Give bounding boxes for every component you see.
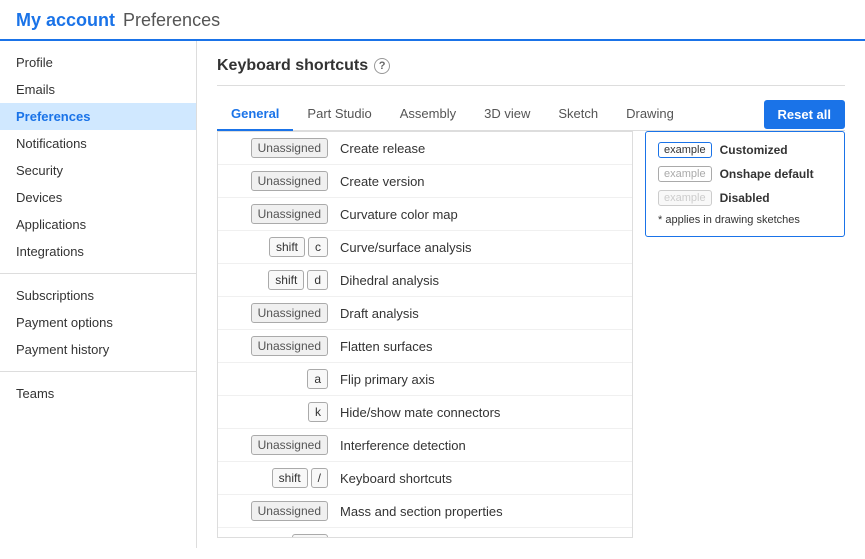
shortcut-mass-section[interactable]: Unassigned Mass and section properties xyxy=(218,495,632,528)
shortcut-curve-surface-analysis[interactable]: shift c Curve/surface analysis xyxy=(218,231,632,264)
shortcut-label: Flip primary axis xyxy=(340,372,435,387)
key-unassigned: Unassigned xyxy=(251,138,328,158)
key-area: Unassigned xyxy=(228,435,328,455)
key-area: Unassigned xyxy=(228,138,328,158)
key-area: a xyxy=(228,369,328,389)
key-shift: shift xyxy=(292,534,328,538)
shortcut-label: Draft analysis xyxy=(340,306,419,321)
layout: Profile Emails Preferences Notifications… xyxy=(0,41,865,548)
shortcut-label: Dihedral analysis xyxy=(340,273,439,288)
tab-general[interactable]: General xyxy=(217,98,293,131)
shortcut-hide-show-mate[interactable]: k Hide/show mate connectors xyxy=(218,396,632,429)
shortcut-label: Create version xyxy=(340,174,425,189)
legend-row-customized: example Customized xyxy=(658,142,832,158)
key-area: Unassigned xyxy=(228,501,328,521)
tab-assembly[interactable]: Assembly xyxy=(386,98,470,131)
shortcut-keyboard-shortcuts[interactable]: shift / Keyboard shortcuts xyxy=(218,462,632,495)
sidebar-item-applications[interactable]: Applications xyxy=(0,211,196,238)
shortcuts-list: Unassigned Create release Unassigned Cre… xyxy=(218,132,632,538)
tabs-bar: General Part Studio Assembly 3D view Ske… xyxy=(217,98,845,131)
sidebar-item-payment-options[interactable]: Payment options xyxy=(0,309,196,336)
key-shift: shift xyxy=(268,270,304,290)
key-area: Unassigned xyxy=(228,336,328,356)
sidebar-item-integrations[interactable]: Integrations xyxy=(0,238,196,265)
shortcut-dihedral-analysis[interactable]: shift d Dihedral analysis xyxy=(218,264,632,297)
header: My account Preferences xyxy=(0,0,865,41)
sidebar-item-subscriptions[interactable]: Subscriptions xyxy=(0,282,196,309)
main-content: Keyboard shortcuts ? General Part Studio… xyxy=(197,41,865,548)
shortcut-label: Hide/show mate connectors xyxy=(340,405,500,420)
legend-example-default: example xyxy=(658,166,712,182)
shortcut-label: Flatten surfaces xyxy=(340,339,433,354)
legend-label-customized: Customized xyxy=(720,143,788,157)
sidebar-item-profile[interactable]: Profile xyxy=(0,49,196,76)
tab-part-studio[interactable]: Part Studio xyxy=(293,98,385,131)
key-unassigned: Unassigned xyxy=(251,171,328,191)
shortcut-flatten-surfaces[interactable]: Unassigned Flatten surfaces xyxy=(218,330,632,363)
tab-drawing[interactable]: Drawing xyxy=(612,98,688,131)
legend-panel: example Customized example Onshape defau… xyxy=(645,131,845,237)
shortcut-label: Curve/surface analysis xyxy=(340,240,472,255)
shortcut-create-version[interactable]: Unassigned Create version xyxy=(218,165,632,198)
key-area: shift / xyxy=(228,468,328,488)
key-unassigned: Unassigned xyxy=(251,303,328,323)
shortcut-label: Create release xyxy=(340,141,425,156)
sidebar-item-notifications[interactable]: Notifications xyxy=(0,130,196,157)
reset-all-button[interactable]: Reset all xyxy=(764,100,845,129)
shortcuts-area: Unassigned Create release Unassigned Cre… xyxy=(217,131,845,538)
key-slash: / xyxy=(311,468,328,488)
legend-example-disabled: example xyxy=(658,190,712,206)
page-title: Preferences xyxy=(123,10,220,31)
key-area: k xyxy=(228,402,328,422)
shortcuts-list-wrap[interactable]: Unassigned Create release Unassigned Cre… xyxy=(217,131,633,538)
key-area: shift d xyxy=(228,270,328,290)
section-title: Keyboard shortcuts ? xyxy=(217,57,845,86)
sidebar-divider-1 xyxy=(0,273,196,274)
tab-sketch[interactable]: Sketch xyxy=(544,98,612,131)
key-k: k xyxy=(308,402,328,422)
key-c: c xyxy=(308,237,328,257)
shortcut-label: Mass and section properties xyxy=(340,504,503,519)
sidebar-item-devices[interactable]: Devices xyxy=(0,184,196,211)
help-icon[interactable]: ? xyxy=(374,58,390,74)
shortcut-flip-primary-axis[interactable]: a Flip primary axis xyxy=(218,363,632,396)
key-unassigned: Unassigned xyxy=(251,204,328,224)
key-unassigned: Unassigned xyxy=(251,501,328,521)
key-area: shift xyxy=(228,534,328,538)
shortcut-more[interactable]: shift xyxy=(218,528,632,538)
shortcut-curvature-color-map[interactable]: Unassigned Curvature color map xyxy=(218,198,632,231)
tab-3d-view[interactable]: 3D view xyxy=(470,98,544,131)
shortcut-label: Interference detection xyxy=(340,438,466,453)
key-area: Unassigned xyxy=(228,204,328,224)
key-unassigned: Unassigned xyxy=(251,336,328,356)
legend-example-customized: example xyxy=(658,142,712,158)
key-unassigned: Unassigned xyxy=(251,435,328,455)
sidebar-item-emails[interactable]: Emails xyxy=(0,76,196,103)
sidebar-item-payment-history[interactable]: Payment history xyxy=(0,336,196,363)
shortcut-interference-detection[interactable]: Unassigned Interference detection xyxy=(218,429,632,462)
my-account-link[interactable]: My account xyxy=(16,10,115,31)
shortcut-create-release[interactable]: Unassigned Create release xyxy=(218,132,632,165)
sidebar-item-security[interactable]: Security xyxy=(0,157,196,184)
key-area: Unassigned xyxy=(228,171,328,191)
key-area: Unassigned xyxy=(228,303,328,323)
key-area: shift c xyxy=(228,237,328,257)
sidebar-item-preferences[interactable]: Preferences xyxy=(0,103,196,130)
legend-row-default: example Onshape default xyxy=(658,166,832,182)
key-shift: shift xyxy=(269,237,305,257)
sidebar-divider-2 xyxy=(0,371,196,372)
key-d: d xyxy=(307,270,328,290)
key-shift: shift xyxy=(272,468,308,488)
shortcut-draft-analysis[interactable]: Unassigned Draft analysis xyxy=(218,297,632,330)
key-a: a xyxy=(307,369,328,389)
legend-label-default: Onshape default xyxy=(720,167,814,181)
shortcut-label: Curvature color map xyxy=(340,207,458,222)
legend-row-disabled: example Disabled xyxy=(658,190,832,206)
sidebar-item-teams[interactable]: Teams xyxy=(0,380,196,407)
legend-note: * applies in drawing sketches xyxy=(658,214,832,226)
section-title-text: Keyboard shortcuts xyxy=(217,57,368,75)
shortcut-label: Keyboard shortcuts xyxy=(340,471,452,486)
legend-label-disabled: Disabled xyxy=(720,191,770,205)
sidebar: Profile Emails Preferences Notifications… xyxy=(0,41,197,548)
